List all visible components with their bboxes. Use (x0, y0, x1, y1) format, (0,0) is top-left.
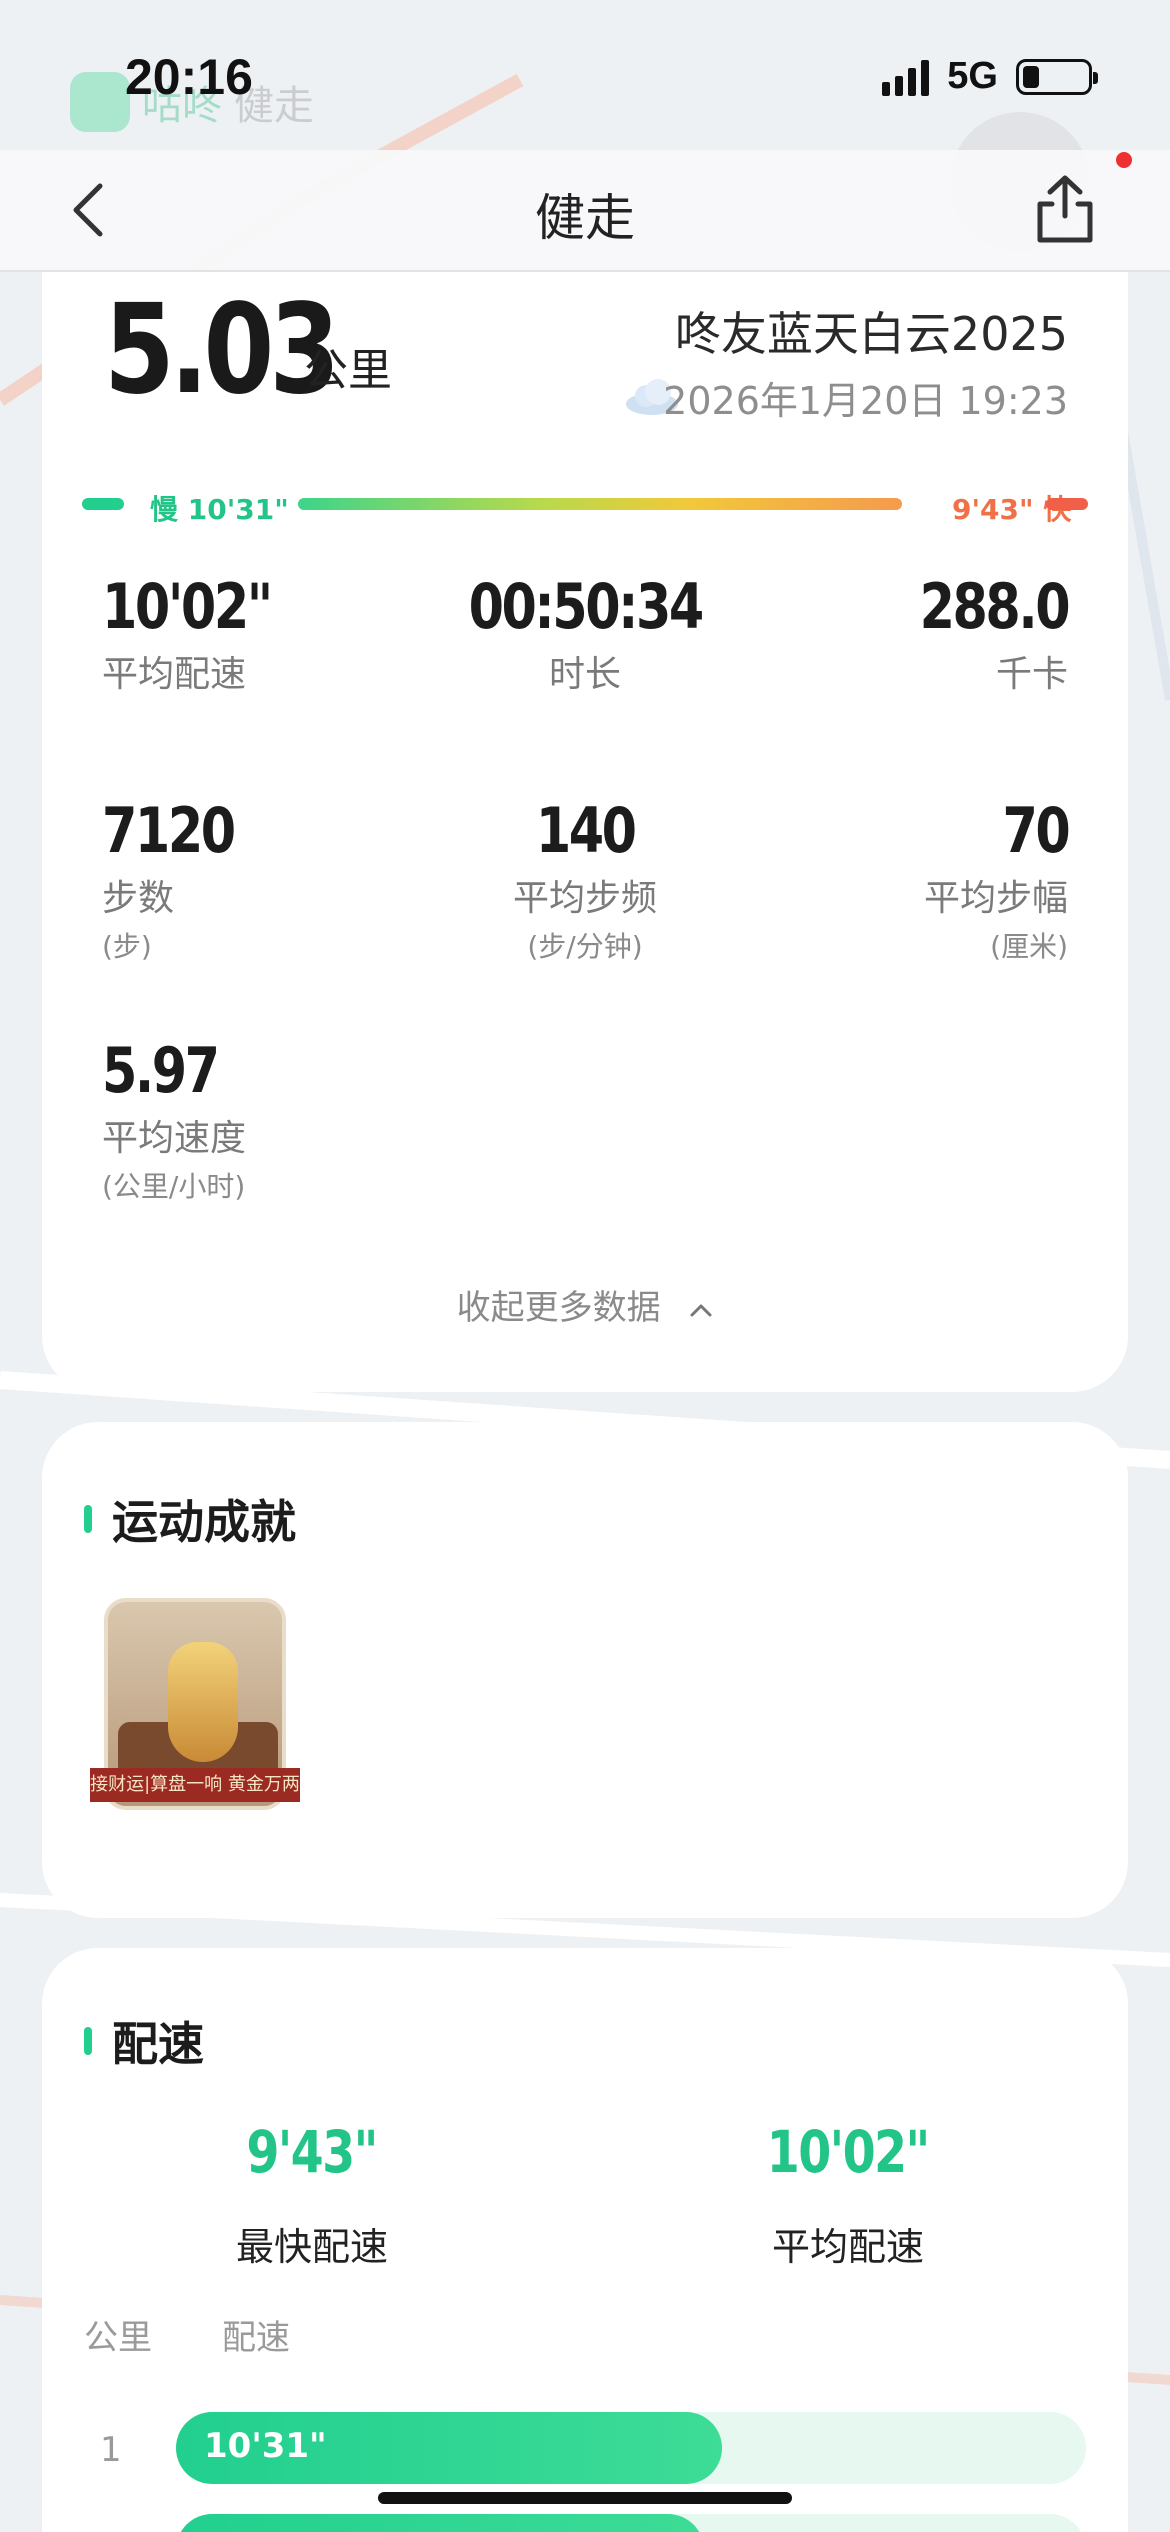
battery-icon (1016, 58, 1098, 95)
status-time: 20:16 (125, 49, 253, 105)
stat-value: 288.0 (919, 570, 1070, 643)
column-header-km: 公里 (84, 2318, 152, 2358)
section-title: 运动成就 (112, 1495, 296, 1549)
stat-value: 5.97 (102, 1034, 220, 1107)
page-title: 健走 (535, 189, 635, 247)
stat-unit: (步/分钟) (527, 930, 643, 963)
fastest-pace-label: 最快配速 (235, 2225, 388, 2269)
share-icon[interactable] (1030, 172, 1100, 246)
section-accent-bar (84, 2027, 92, 2055)
stat-label: 时长 (548, 654, 621, 695)
split-bar (176, 2514, 704, 2532)
section-title: 配速 (112, 2017, 204, 2071)
stat-value: 70 (1002, 794, 1070, 867)
achievement-medal[interactable]: 接财运|算盘一响 黄金万两 (90, 1598, 300, 1818)
notification-dot (1116, 152, 1132, 168)
stat-avg-speed: 5.97 平均速度 (公里/小时) (102, 1034, 246, 1205)
nav-bar: 健走 (0, 150, 1170, 272)
stat-cadence: 140 平均步频 (步/分钟) (435, 794, 735, 965)
fastest-pace: 9'43" 最快配速 (162, 2118, 462, 2271)
stat-value: 10'02" (102, 570, 273, 643)
stat-steps: 7120 步数 (步) (102, 794, 263, 965)
stat-label: 平均速度 (102, 1118, 247, 1159)
split-track (176, 2514, 1086, 2532)
pace-gradient (298, 498, 902, 510)
slowest-pace-label: 慢 10'31" (150, 493, 289, 526)
chevron-up-icon (690, 1304, 712, 1316)
network-type: 5G (947, 55, 998, 97)
pace-header: 配速 (84, 2008, 204, 2074)
user-name: 咚友蓝天白云2025 (674, 307, 1068, 361)
split-bar: 10'31" (176, 2412, 722, 2484)
achievements-card: 运动成就 接财运|算盘一响 黄金万两 (42, 1422, 1128, 1918)
collapse-label: 收起更多数据 (456, 1288, 661, 1328)
distance-unit: 公里 (304, 345, 392, 396)
activity-datetime: 2026年1月20日 19:23 (663, 379, 1068, 423)
pace-card: 配速 9'43" 最快配速 10'02" 平均配速 公里 配速 1 10'31" (42, 1948, 1128, 2532)
stat-value: 7120 (102, 794, 236, 867)
slow-indicator (82, 498, 124, 510)
achievements-header: 运动成就 (84, 1486, 296, 1552)
average-pace-value: 10'02" (767, 2118, 931, 2186)
split-km: 1 (100, 2430, 122, 2470)
stat-label: 平均配速 (102, 654, 247, 695)
collapse-more-data-button[interactable]: 收起更多数据 (42, 1280, 1128, 1329)
column-header-pace: 配速 (222, 2318, 290, 2358)
distance-value: 5.03 (104, 278, 340, 422)
average-pace-label: 平均配速 (771, 2225, 924, 2269)
stat-label: 平均步频 (512, 878, 657, 919)
pace-range-bar: 慢 10'31" 9'43" 快 (82, 484, 1088, 526)
home-indicator (378, 2492, 792, 2504)
fast-indicator (1046, 498, 1088, 510)
split-pace: 10'31" (204, 2426, 327, 2466)
split-row: 1 10'31" (42, 2412, 1128, 2486)
split-row (42, 2514, 1128, 2532)
stat-value: 00:50:34 (468, 570, 704, 643)
stat-label: 平均步幅 (923, 878, 1068, 919)
average-pace: 10'02" 平均配速 (698, 2118, 998, 2271)
signal-icon (882, 58, 930, 96)
stat-unit: (公里/小时) (102, 1170, 246, 1203)
stat-avg-pace: 10'02" 平均配速 (102, 570, 308, 697)
stat-label: 千卡 (995, 654, 1068, 695)
split-track: 10'31" (176, 2412, 1086, 2484)
stat-unit: (厘米) (990, 930, 1068, 963)
stat-duration: 00:50:34 时长 (435, 570, 735, 697)
status-indicators: 5G (882, 55, 1098, 98)
stat-calories: 288.0 千卡 (887, 570, 1070, 697)
summary-card: 5.03 公里 咚友蓝天白云2025 2026年1月20日 19:23 慢 10… (42, 272, 1128, 1392)
stat-stride: 70 平均步幅 (厘米) (923, 794, 1070, 965)
fastest-pace-value: 9'43" (246, 2118, 379, 2186)
stat-unit: (步) (102, 930, 152, 963)
section-accent-bar (84, 1505, 92, 1533)
medal-ribbon-text: 接财运|算盘一响 黄金万两 (90, 1768, 300, 1802)
stat-label: 步数 (102, 878, 175, 919)
stat-value: 140 (535, 794, 637, 867)
